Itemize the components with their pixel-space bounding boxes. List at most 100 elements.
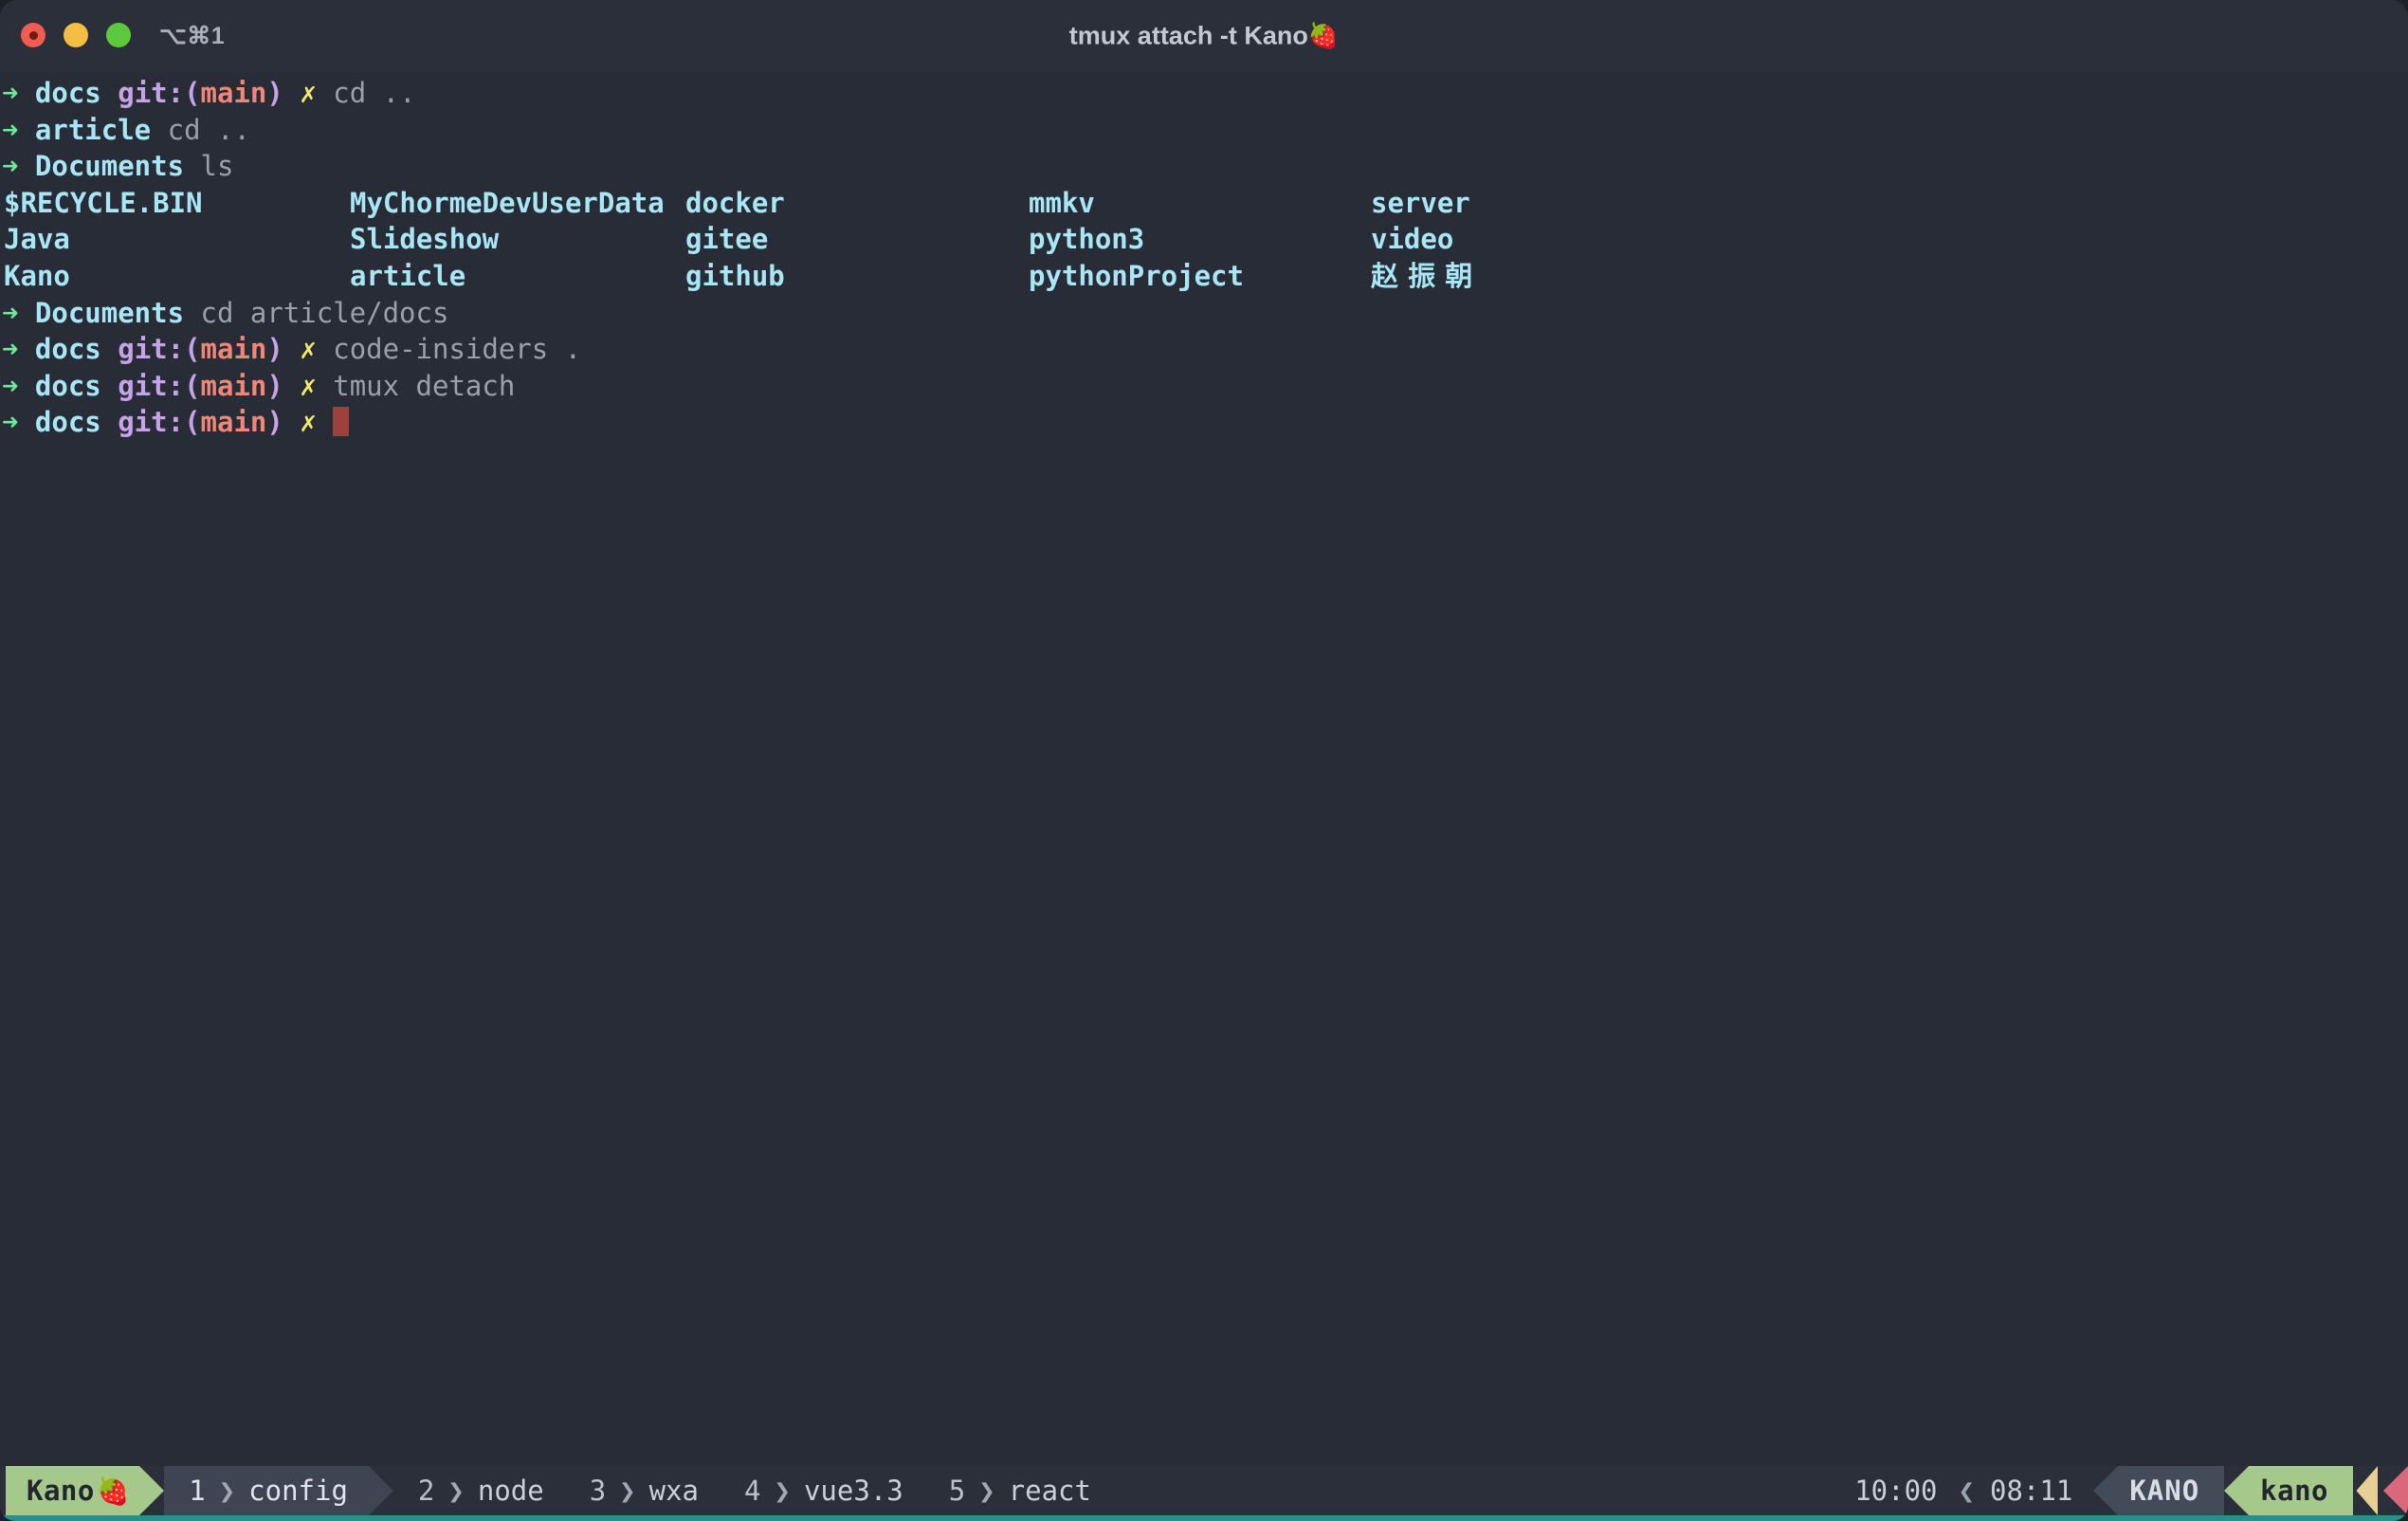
git-prefix: git:( bbox=[118, 369, 201, 402]
powerline-arrow-left-icon bbox=[2383, 1466, 2408, 1515]
window-index: 5 bbox=[948, 1475, 966, 1507]
ls-entry[interactable]: video bbox=[1371, 221, 1453, 258]
git-dirty-icon: ✗ bbox=[300, 333, 334, 366]
powerline-arrow-icon bbox=[139, 1466, 165, 1515]
tmux-window-react[interactable]: 5 ❯ react bbox=[924, 1466, 1112, 1515]
git-suffix: ) bbox=[266, 77, 301, 109]
prompt-arrow-icon: ➜ bbox=[2, 333, 35, 366]
git-prefix: git:( bbox=[118, 406, 201, 439]
window-title: tmux attach -t Kano🍓 bbox=[0, 22, 2408, 51]
window-index: 2 bbox=[417, 1475, 435, 1507]
tmux-status-left: Kano 🍓 1 ❯ config 2 ❯ node 3 ❯ wxa 4 ❯ vue3.3 5 ❯ react bbox=[6, 1466, 1112, 1515]
window-index: 4 bbox=[744, 1475, 761, 1507]
ls-entry[interactable]: docker bbox=[685, 185, 785, 222]
powerline-arrow-left-icon bbox=[2356, 1466, 2378, 1515]
window-index: 3 bbox=[589, 1475, 607, 1507]
window-titlebar: ⌥⌘1 tmux attach -t Kano🍓 bbox=[0, 0, 2408, 72]
git-dirty-icon: ✗ bbox=[300, 406, 334, 439]
user-label: kano bbox=[2249, 1466, 2353, 1515]
prompt-directory: docs bbox=[34, 333, 119, 366]
terminal-command: cd .. bbox=[167, 113, 250, 146]
terminal-output-area[interactable]: ➜ docs git:(main) ✗ cd .. ➜ article cd ..… bbox=[0, 72, 2408, 1449]
prompt-directory: article bbox=[34, 113, 168, 146]
ls-entry[interactable]: MyChormeDevUserData bbox=[350, 185, 665, 222]
terminal-prompt-line: ➜ docs git:(main) ✗ bbox=[2, 404, 2408, 441]
tmux-window-wxa[interactable]: 3 ❯ wxa bbox=[565, 1466, 720, 1515]
ls-output-row: $RECYCLE.BIN MyChormeDevUserData docker mmk… bbox=[2, 185, 2408, 222]
terminal-cursor bbox=[333, 407, 350, 437]
git-suffix: ) bbox=[266, 406, 301, 439]
terminal-prompt-line: ➜ docs git:(main) ✗ tmux detach bbox=[2, 368, 2408, 405]
ls-entry[interactable]: github bbox=[685, 258, 785, 295]
chevron-left-icon: ❮ bbox=[1958, 1475, 1975, 1507]
chevron-right-icon: ❯ bbox=[447, 1475, 465, 1507]
ls-entry[interactable]: server bbox=[1371, 185, 1470, 222]
window-title-text: tmux attach -t Kano bbox=[1068, 21, 1308, 50]
ls-entry[interactable]: mmkv bbox=[1029, 185, 1095, 222]
ls-entry[interactable]: $RECYCLE.BIN bbox=[4, 185, 203, 222]
prompt-arrow-icon: ➜ bbox=[2, 406, 35, 439]
strawberry-icon: 🍓 bbox=[96, 1475, 131, 1507]
chevron-right-icon: ❯ bbox=[619, 1475, 636, 1507]
git-branch-name: main bbox=[200, 333, 267, 366]
git-prefix: git:( bbox=[118, 333, 201, 366]
ls-entry[interactable]: Slideshow bbox=[350, 221, 499, 258]
powerline-arrow-icon bbox=[368, 1466, 393, 1515]
strawberry-icon: 🍓 bbox=[1307, 22, 1340, 51]
git-dirty-icon: ✗ bbox=[300, 369, 334, 402]
terminal-prompt-line: ➜ Documents ls bbox=[2, 148, 2408, 185]
time-secondary: 08:11 bbox=[1990, 1475, 2073, 1507]
window-name: vue3.3 bbox=[803, 1475, 903, 1507]
chevron-right-icon: ❯ bbox=[774, 1475, 791, 1507]
powerline-arrow-left-icon bbox=[2093, 1466, 2119, 1515]
chevron-right-icon: ❯ bbox=[978, 1475, 995, 1507]
terminal-command: cd .. bbox=[333, 77, 416, 109]
git-branch-name: main bbox=[200, 406, 267, 439]
ls-output-row: Kano article github pythonProject 赵 振 朝 bbox=[2, 258, 2408, 295]
window-name: node bbox=[477, 1475, 544, 1507]
prompt-arrow-icon: ➜ bbox=[2, 296, 35, 329]
ls-entry[interactable]: Java bbox=[4, 221, 70, 258]
window-name: wxa bbox=[648, 1475, 700, 1507]
terminal-lines: ➜ docs git:(main) ✗ cd .. ➜ article cd ..… bbox=[2, 75, 2408, 441]
prompt-directory: docs bbox=[34, 369, 119, 402]
prompt-arrow-icon: ➜ bbox=[2, 77, 35, 109]
tmux-status-bar: Kano 🍓 1 ❯ config 2 ❯ node 3 ❯ wxa 4 ❯ vue3.3 5 ❯ react… bbox=[0, 1466, 2408, 1515]
git-suffix: ) bbox=[266, 369, 301, 402]
git-branch-name: main bbox=[200, 369, 267, 402]
prompt-directory: docs bbox=[34, 406, 119, 439]
powerline-arrow-left-icon bbox=[2224, 1466, 2250, 1515]
tmux-session-name[interactable]: Kano 🍓 bbox=[6, 1466, 140, 1515]
window-index: 1 bbox=[189, 1475, 206, 1507]
tmux-window-config[interactable]: 1 ❯ config bbox=[164, 1466, 369, 1515]
ls-entry[interactable]: pythonProject bbox=[1029, 258, 1244, 295]
terminal-prompt-line: ➜ docs git:(main) ✗ code-insiders . bbox=[2, 331, 2408, 368]
terminal-command: code-insiders . bbox=[333, 333, 582, 366]
window-name: react bbox=[1008, 1475, 1091, 1507]
ls-entry[interactable]: article bbox=[350, 258, 465, 295]
ls-entry[interactable]: gitee bbox=[685, 221, 768, 258]
ls-entry[interactable]: 赵 振 朝 bbox=[1371, 258, 1472, 295]
prompt-directory: Documents bbox=[34, 296, 201, 329]
tmux-window-vue3.3[interactable]: 4 ❯ vue3.3 bbox=[720, 1466, 924, 1515]
terminal-prompt-line: ➜ article cd .. bbox=[2, 112, 2408, 149]
git-branch-name: main bbox=[200, 77, 267, 109]
prompt-arrow-icon: ➜ bbox=[2, 369, 35, 402]
ls-entry[interactable]: python3 bbox=[1029, 221, 1144, 258]
prompt-arrow-icon: ➜ bbox=[2, 150, 35, 183]
prompt-directory: Documents bbox=[34, 150, 201, 183]
terminal-command: ls bbox=[200, 150, 234, 183]
ls-entry[interactable]: Kano bbox=[4, 258, 70, 295]
window-name: config bbox=[248, 1475, 348, 1507]
chevron-right-icon: ❯ bbox=[218, 1475, 236, 1507]
git-suffix: ) bbox=[266, 333, 301, 366]
tmux-window-node[interactable]: 2 ❯ node bbox=[393, 1466, 565, 1515]
host-label: KANO bbox=[2118, 1466, 2225, 1515]
terminal-window: ⌥⌘1 tmux attach -t Kano🍓 ➜ docs git:(mai… bbox=[0, 0, 2408, 1521]
terminal-prompt-line: ➜ docs git:(main) ✗ cd .. bbox=[2, 75, 2408, 112]
prompt-directory: docs bbox=[34, 77, 119, 109]
git-prefix: git:( bbox=[118, 77, 201, 109]
tmux-window-list: 1 ❯ config 2 ❯ node 3 ❯ wxa 4 ❯ vue3.3 5 ❯ react bbox=[164, 1466, 1112, 1515]
prompt-arrow-icon: ➜ bbox=[2, 113, 35, 146]
time-primary: 10:00 bbox=[1854, 1475, 1938, 1507]
